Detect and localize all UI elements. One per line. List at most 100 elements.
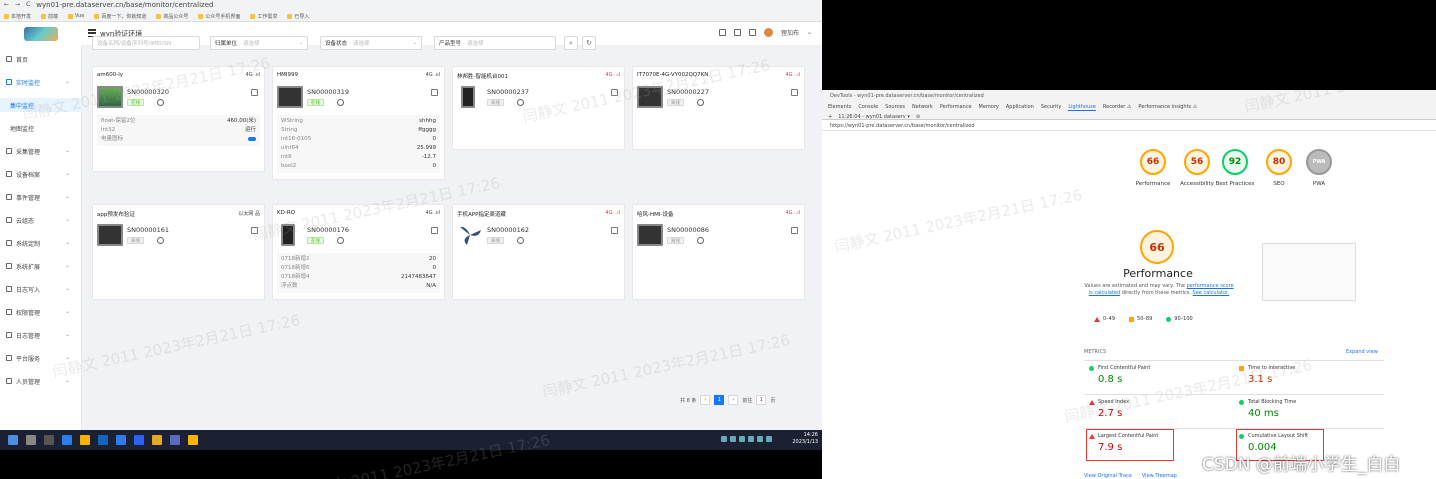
- device-card[interactable]: IT7070E-4G-VY002QQ7KN 4G ..ıl SN00000227 离线: [632, 66, 805, 150]
- start-icon[interactable]: [8, 435, 18, 445]
- devtools-tab[interactable]: Recorder ⚠: [1103, 104, 1131, 111]
- bookmark-item[interactable]: 公众号手机界面: [198, 13, 240, 20]
- sidebar-item[interactable]: 设备档案 ⌄: [0, 167, 82, 181]
- sidebar-item[interactable]: 集中监控: [0, 98, 82, 112]
- device-card[interactable]: am600-ly 4G .ııl SN00000320 在线 float-保留2位 460…: [92, 66, 265, 172]
- back-icon[interactable]: ←: [4, 1, 9, 8]
- score-gauge[interactable]: 80: [1266, 149, 1292, 175]
- edit-icon[interactable]: [791, 89, 798, 96]
- devtools-tab[interactable]: Memory: [979, 104, 999, 111]
- goto-input[interactable]: 1: [756, 395, 767, 405]
- bookmark-item[interactable]: 本地开发: [4, 13, 31, 20]
- edit-icon[interactable]: [431, 227, 438, 234]
- edit-icon[interactable]: [251, 89, 258, 96]
- location-icon[interactable]: [697, 99, 704, 106]
- chrome-icon[interactable]: [80, 435, 90, 445]
- location-icon[interactable]: [697, 237, 704, 244]
- page-screenshot-thumbnail[interactable]: [1262, 243, 1356, 301]
- score-gauge[interactable]: 56: [1184, 149, 1210, 175]
- search-icon[interactable]: [26, 435, 36, 445]
- app-icon[interactable]: [170, 435, 180, 445]
- sidebar-item[interactable]: 采集管理 ⌄: [0, 144, 82, 158]
- bookmark-item[interactable]: 已导入: [287, 13, 309, 20]
- device-card[interactable]: HMI999 4G .ııl SN00000319 在线 WString shhhg Str…: [272, 66, 445, 180]
- score-gauge[interactable]: 66: [1140, 149, 1166, 175]
- vscode-icon[interactable]: [116, 435, 126, 445]
- device-card[interactable]: KD-RQ 4G .ııl SN00000176 在线 0718新增2 20 0718新增6…: [272, 204, 445, 300]
- bookmark-item[interactable]: 工作需求: [250, 13, 277, 20]
- task-view-icon[interactable]: [44, 435, 54, 445]
- device-card[interactable]: app预发布验证 以太网 品 SN00000161 离线: [92, 204, 265, 300]
- sidebar-item[interactable]: 云组态 ⌄: [0, 213, 82, 227]
- block-icon[interactable]: ⊘: [916, 114, 920, 120]
- search-input[interactable]: 设备名称/设备序列号/IMEI/SN: [92, 36, 200, 50]
- prev-page-button[interactable]: ‹: [700, 395, 711, 405]
- vscode-icon[interactable]: [62, 435, 72, 445]
- model-select[interactable]: 产品型号 请选择: [434, 36, 556, 50]
- score-gauge[interactable]: PWA: [1306, 149, 1332, 175]
- devtools-tab[interactable]: Application: [1006, 104, 1034, 111]
- devtools-tab[interactable]: Performance insights ⚠: [1138, 104, 1197, 111]
- sidebar-item[interactable]: 平台服务 ⌄: [0, 351, 82, 365]
- folder-icon[interactable]: [152, 435, 162, 445]
- add-icon[interactable]: +: [828, 114, 832, 120]
- devtools-tab[interactable]: Sources: [885, 104, 905, 111]
- reload-icon[interactable]: C: [26, 1, 30, 8]
- devtools-tab[interactable]: Network: [912, 104, 933, 111]
- score-gauge[interactable]: 92: [1222, 149, 1248, 175]
- sidebar-item[interactable]: 日志管理 ⌄: [0, 328, 82, 342]
- device-card[interactable]: 哈风-HMI-设备 4G ..ıl SN00000086 离线: [632, 204, 805, 300]
- edit-icon[interactable]: [611, 227, 618, 234]
- report-select[interactable]: 11:26:04 - wyn01.dataserv ▾: [838, 114, 910, 120]
- chrome-icon[interactable]: [188, 435, 198, 445]
- sidebar-item[interactable]: 实时监控 ⌄: [0, 75, 82, 89]
- location-icon[interactable]: [517, 237, 524, 244]
- devtools-tab[interactable]: Security: [1041, 104, 1062, 111]
- bookmark-item[interactable]: 商品公众号: [156, 13, 188, 20]
- edit-icon[interactable]: [431, 89, 438, 96]
- fullscreen-icon[interactable]: [718, 29, 726, 36]
- sidebar-item[interactable]: 系统扩展 ⌄: [0, 259, 82, 273]
- document-icon[interactable]: [733, 29, 741, 36]
- bookmark-item[interactable]: Vue: [68, 13, 84, 19]
- devtools-tab[interactable]: Elements: [828, 104, 851, 111]
- sidebar-item[interactable]: 事件管理 ⌄: [0, 190, 82, 204]
- sidebar-item[interactable]: 系统定制 ⌄: [0, 236, 82, 250]
- next-page-button[interactable]: ›: [728, 395, 739, 405]
- view-treemap-button[interactable]: View Treemap: [1142, 473, 1177, 479]
- status-select[interactable]: 设备状态 请选择 ⌄: [320, 36, 422, 50]
- expand-view-link[interactable]: Expand view: [1346, 349, 1378, 355]
- search-button[interactable]: ⌕: [564, 36, 578, 50]
- view-original-trace-button[interactable]: View Original Trace: [1084, 473, 1132, 479]
- sidebar-item[interactable]: 人员管理 ⌄: [0, 374, 82, 388]
- device-card[interactable]: 林邦胜-智能机台001 4G ..ıl SN00000237 离线: [452, 66, 625, 150]
- location-icon[interactable]: [337, 99, 344, 106]
- location-icon[interactable]: [157, 99, 164, 106]
- reset-button[interactable]: ↻: [582, 36, 596, 50]
- edit-icon[interactable]: [791, 227, 798, 234]
- app-icon[interactable]: [98, 435, 108, 445]
- bookmark-item[interactable]: 前端: [41, 13, 58, 20]
- devtools-tab[interactable]: Lighthouse: [1068, 104, 1096, 111]
- forward-icon[interactable]: →: [15, 1, 20, 8]
- devtools-tab[interactable]: Performance: [940, 104, 972, 111]
- edit-icon[interactable]: [611, 89, 618, 96]
- location-icon[interactable]: [337, 237, 344, 244]
- see-calculator-link[interactable]: See calculator.: [1193, 290, 1230, 296]
- devtools-tab[interactable]: Console: [858, 104, 878, 111]
- page-button-current[interactable]: 1: [714, 395, 725, 405]
- address-bar[interactable]: wyn01-pre.dataserver.cn/base/monitor/cen…: [36, 1, 213, 9]
- sidebar-item[interactable]: 地图监控: [0, 121, 82, 135]
- device-card[interactable]: 手机APP指定渠道藏 4G ..ıl SN00000162 离线: [452, 204, 625, 300]
- bell-icon[interactable]: [748, 29, 756, 36]
- sidebar-item[interactable]: 日志写入 ⌄: [0, 282, 82, 296]
- location-icon[interactable]: [157, 237, 164, 244]
- location-icon[interactable]: [517, 99, 524, 106]
- sidebar-item[interactable]: 首页: [0, 52, 82, 66]
- app-icon[interactable]: [134, 435, 144, 445]
- sidebar-item[interactable]: 权限管理 ⌄: [0, 305, 82, 319]
- chevron-down-icon[interactable]: ⌄: [807, 29, 812, 36]
- edit-icon[interactable]: [251, 227, 258, 234]
- owner-select[interactable]: 归属单位 请选择 ⌄: [210, 36, 308, 50]
- bookmark-item[interactable]: 百度一下，你就知道: [94, 13, 146, 20]
